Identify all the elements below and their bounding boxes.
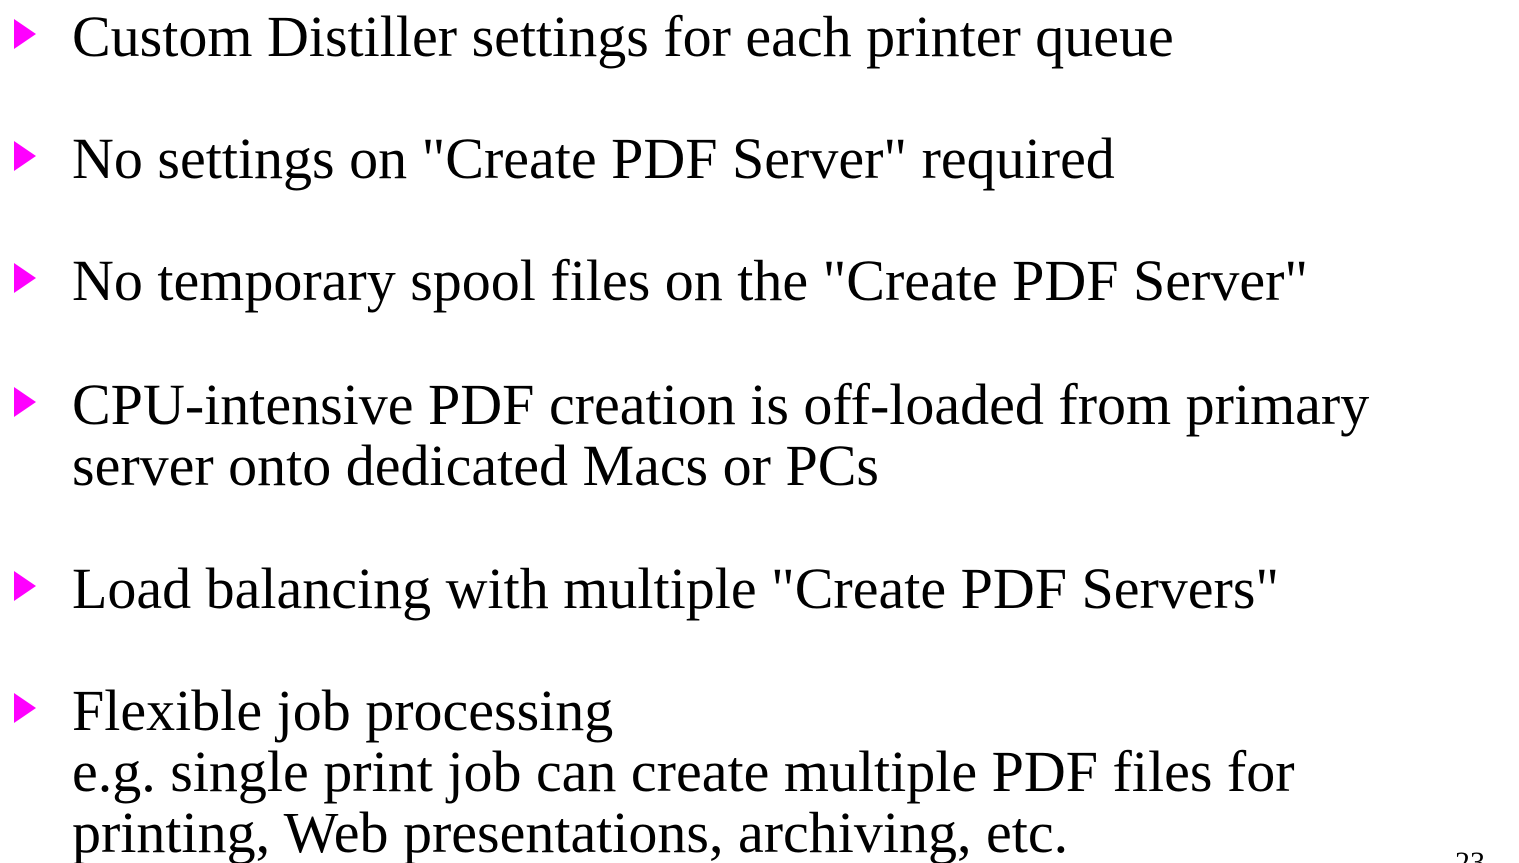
- magenta-triangle-bullet-icon: [14, 387, 36, 417]
- bullet-line: No settings on "Create PDF Server" requi…: [72, 126, 1115, 191]
- bullet-line: CPU-intensive PDF creation is off-loaded…: [72, 372, 1370, 437]
- magenta-triangle-bullet-icon: [14, 141, 36, 171]
- bullet-line: Flexible job processing: [72, 678, 614, 743]
- magenta-triangle-bullet-icon: [14, 19, 36, 49]
- bullet-text: Flexible job processing e.g. single prin…: [72, 680, 1295, 863]
- magenta-triangle-bullet-icon: [14, 263, 36, 293]
- bullet-line: Load balancing with multiple "Create PDF…: [72, 556, 1280, 621]
- bullet-line: server onto dedicated Macs or PCs: [72, 433, 879, 498]
- magenta-triangle-bullet-icon: [14, 693, 36, 723]
- magenta-triangle-bullet-icon: [14, 571, 36, 601]
- bullet-text: No temporary spool files on the "Create …: [72, 250, 1308, 311]
- bullet-text: CPU-intensive PDF creation is off-loaded…: [72, 374, 1369, 496]
- bullet-line: No temporary spool files on the "Create …: [72, 248, 1309, 313]
- presentation-slide: Custom Distiller settings for each print…: [0, 0, 1519, 863]
- bullet-text: Load balancing with multiple "Create PDF…: [72, 558, 1279, 619]
- bullet-line: Custom Distiller settings for each print…: [72, 4, 1174, 69]
- page-number: 23: [1455, 846, 1485, 863]
- bullet-text: Custom Distiller settings for each print…: [72, 6, 1174, 67]
- bullet-line: printing, Web presentations, archiving, …: [72, 800, 1069, 863]
- bullet-text: No settings on "Create PDF Server" requi…: [72, 128, 1115, 189]
- bullet-line: e.g. single print job can create multipl…: [72, 739, 1295, 804]
